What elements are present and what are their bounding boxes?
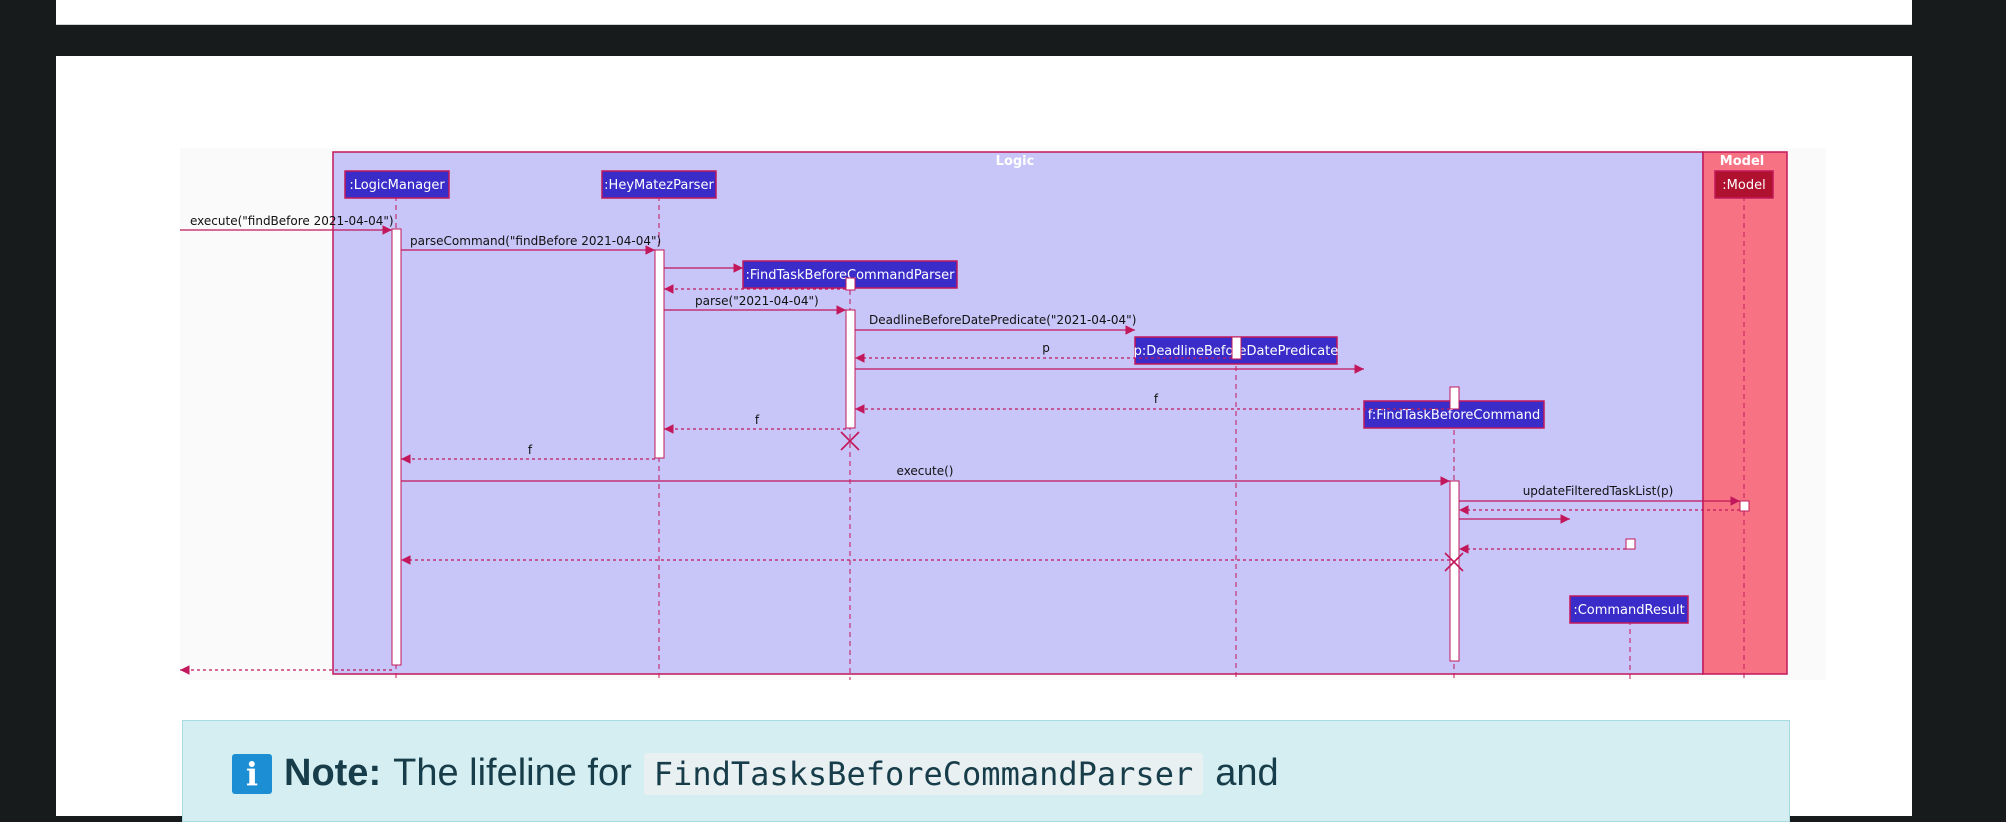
note-text: i Note: The lifeline for FindTasksBefore… bbox=[232, 752, 1279, 795]
message-m4: DeadlineBeforeDatePredicate("2021-04-04"… bbox=[869, 313, 1136, 327]
participant-model: :Model bbox=[1714, 170, 1774, 199]
message-m10: updateFilteredTaskList(p) bbox=[1523, 484, 1674, 498]
previous-content-card bbox=[56, 0, 1912, 25]
note-text-before: The lifeline for bbox=[393, 752, 632, 794]
svg-text::LogicManager: :LogicManager bbox=[349, 178, 445, 193]
participant-logicmanager: :LogicManager bbox=[344, 170, 450, 199]
sequence-diagram: Logic Model :LogicManager :HeyMatezParse… bbox=[180, 148, 1826, 680]
message-m2: parseCommand("findBefore 2021-04-04") bbox=[410, 234, 661, 248]
activation-cmdparser-2 bbox=[845, 309, 856, 429]
info-icon: i bbox=[232, 753, 272, 794]
svg-text::Model: :Model bbox=[1722, 178, 1765, 193]
activation-model bbox=[1739, 500, 1750, 512]
svg-text:f:FindTaskBeforeCommand: f:FindTaskBeforeCommand bbox=[1368, 408, 1541, 423]
activation-command-2 bbox=[1449, 480, 1460, 662]
message-m9: execute() bbox=[897, 464, 954, 478]
svg-text::CommandResult: :CommandResult bbox=[1573, 603, 1684, 618]
activation-command-1 bbox=[1449, 386, 1460, 410]
activation-result bbox=[1625, 538, 1636, 550]
activation-logicmanager bbox=[391, 228, 402, 666]
message-m1: execute("findBefore 2021-04-04") bbox=[190, 214, 394, 228]
message-m5: p bbox=[1042, 341, 1050, 355]
participant-result: :CommandResult bbox=[1569, 595, 1689, 624]
model-frame-label: Model bbox=[1720, 154, 1764, 169]
svg-text::HeyMatezParser: :HeyMatezParser bbox=[604, 178, 714, 193]
note-label: Note: bbox=[284, 752, 382, 794]
message-m3: parse("2021-04-04") bbox=[695, 294, 819, 308]
activation-cmdparser-1 bbox=[845, 277, 856, 291]
model-frame bbox=[1702, 151, 1788, 675]
logic-frame-label: Logic bbox=[996, 154, 1035, 169]
note-text-after: and bbox=[1215, 752, 1279, 794]
note-code: FindTasksBeforeCommandParser bbox=[643, 752, 1204, 795]
activation-predicate bbox=[1231, 336, 1242, 360]
activation-parser bbox=[654, 249, 665, 459]
participant-parser: :HeyMatezParser bbox=[601, 170, 717, 199]
